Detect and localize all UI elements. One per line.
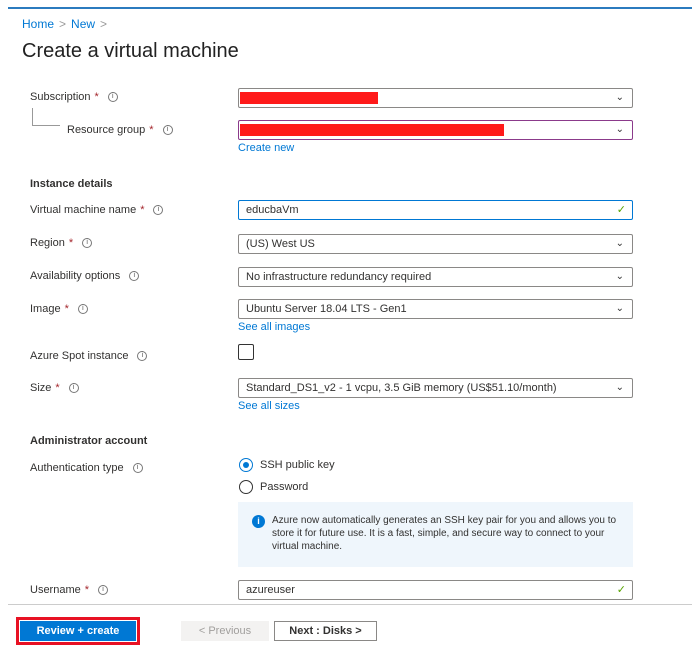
username-label: Username * i: [30, 584, 109, 596]
redacted-bar: [240, 92, 378, 104]
size-select[interactable]: Standard_DS1_v2 - 1 vcpu, 3.5 GiB memory…: [238, 378, 633, 398]
select-value: No infrastructure redundancy required: [246, 271, 432, 283]
review-create-highlight: Review + create: [16, 617, 140, 645]
radio-label: Password: [260, 481, 309, 493]
chevron-down-icon: ⌄: [615, 271, 624, 282]
resource-group-select[interactable]: ⌄: [238, 120, 633, 140]
info-icon[interactable]: i: [162, 125, 173, 135]
info-icon[interactable]: i: [82, 238, 93, 248]
radio-label: SSH public key: [260, 459, 335, 471]
previous-button[interactable]: < Previous: [181, 621, 269, 641]
availability-select[interactable]: No infrastructure redundancy required ⌄: [238, 267, 633, 287]
info-icon: i: [252, 515, 265, 528]
select-value: (US) West US: [246, 238, 315, 250]
image-label: Image * i: [30, 303, 88, 315]
radio-button[interactable]: [239, 458, 253, 472]
label-text: Username: [30, 584, 81, 596]
info-icon[interactable]: i: [98, 585, 109, 595]
size-label: Size * i: [30, 382, 79, 394]
tree-connector: [32, 108, 60, 126]
required-marker: *: [149, 124, 154, 136]
select-value: Ubuntu Server 18.04 LTS - Gen1: [246, 303, 407, 315]
auth-type-label: Authentication type i: [30, 462, 143, 474]
footer-divider: [8, 604, 692, 605]
region-label: Region * i: [30, 237, 93, 249]
info-text: Azure now automatically generates an SSH…: [272, 515, 617, 552]
radio-ssh[interactable]: SSH public key: [239, 458, 335, 472]
info-icon[interactable]: i: [77, 304, 88, 314]
required-marker: *: [64, 303, 69, 315]
instance-details-heading: Instance details: [30, 178, 113, 190]
chevron-right-icon: >: [59, 17, 67, 31]
chevron-down-icon: ⌄: [615, 124, 624, 135]
chevron-right-icon: >: [100, 17, 108, 31]
top-border: [8, 7, 692, 9]
label-text: Subscription: [30, 91, 91, 103]
checkmark-icon: ✓: [616, 204, 626, 216]
label-text: Azure Spot instance: [30, 350, 129, 362]
resource-group-label: Resource group * i: [67, 124, 173, 136]
required-marker: *: [84, 584, 90, 596]
required-marker: *: [94, 91, 99, 103]
image-select[interactable]: Ubuntu Server 18.04 LTS - Gen1 ⌄: [238, 299, 633, 319]
redacted-bar: [240, 124, 504, 136]
checkmark-icon: ✓: [616, 584, 626, 596]
input-value: azureuser: [246, 584, 295, 596]
see-all-images-link[interactable]: See all images: [238, 321, 310, 333]
region-select[interactable]: (US) West US ⌄: [238, 234, 633, 254]
info-icon[interactable]: i: [132, 463, 143, 473]
spot-label: Azure Spot instance i: [30, 350, 148, 362]
chevron-down-icon: ⌄: [615, 382, 624, 393]
next-disks-button[interactable]: Next : Disks >: [274, 621, 377, 641]
vm-name-input[interactable]: educbaVm ✓: [238, 200, 633, 220]
label-text: Image: [30, 303, 61, 315]
info-icon[interactable]: i: [129, 271, 140, 281]
chevron-down-icon: ⌄: [615, 303, 624, 314]
label-text: Virtual machine name: [30, 204, 137, 216]
required-marker: *: [140, 204, 145, 216]
breadcrumb-home[interactable]: Home: [22, 17, 54, 31]
page-title: Create a virtual machine: [22, 40, 239, 62]
subscription-select[interactable]: ⌄: [238, 88, 633, 108]
breadcrumb: Home > New >: [22, 17, 112, 31]
info-icon[interactable]: i: [137, 351, 148, 361]
username-input[interactable]: azureuser ✓: [238, 580, 633, 600]
select-value: Standard_DS1_v2 - 1 vcpu, 3.5 GiB memory…: [246, 382, 557, 394]
input-value: educbaVm: [246, 204, 299, 216]
required-marker: *: [68, 237, 74, 249]
see-all-sizes-link[interactable]: See all sizes: [238, 400, 300, 412]
label-text: Region: [30, 237, 65, 249]
label-text: Resource group: [67, 124, 146, 136]
chevron-down-icon: ⌄: [615, 238, 624, 249]
info-icon[interactable]: i: [107, 92, 118, 102]
review-create-button[interactable]: Review + create: [20, 621, 136, 641]
label-text: Authentication type: [30, 462, 124, 474]
create-new-link[interactable]: Create new: [238, 142, 294, 154]
availability-label: Availability options i: [30, 270, 140, 282]
vm-name-label: Virtual machine name * i: [30, 204, 164, 216]
required-marker: *: [55, 382, 60, 394]
admin-account-heading: Administrator account: [30, 435, 148, 447]
radio-button[interactable]: [239, 480, 253, 494]
label-text: Availability options: [30, 270, 121, 282]
subscription-label: Subscription * i: [30, 91, 118, 103]
ssh-info-box: i Azure now automatically generates an SS…: [238, 502, 633, 567]
breadcrumb-new[interactable]: New: [71, 17, 95, 31]
info-icon[interactable]: i: [153, 205, 164, 215]
radio-password[interactable]: Password: [239, 480, 308, 494]
spot-checkbox[interactable]: [238, 344, 254, 360]
info-icon[interactable]: i: [68, 383, 79, 393]
chevron-down-icon: ⌄: [615, 92, 624, 103]
label-text: Size: [30, 382, 52, 394]
